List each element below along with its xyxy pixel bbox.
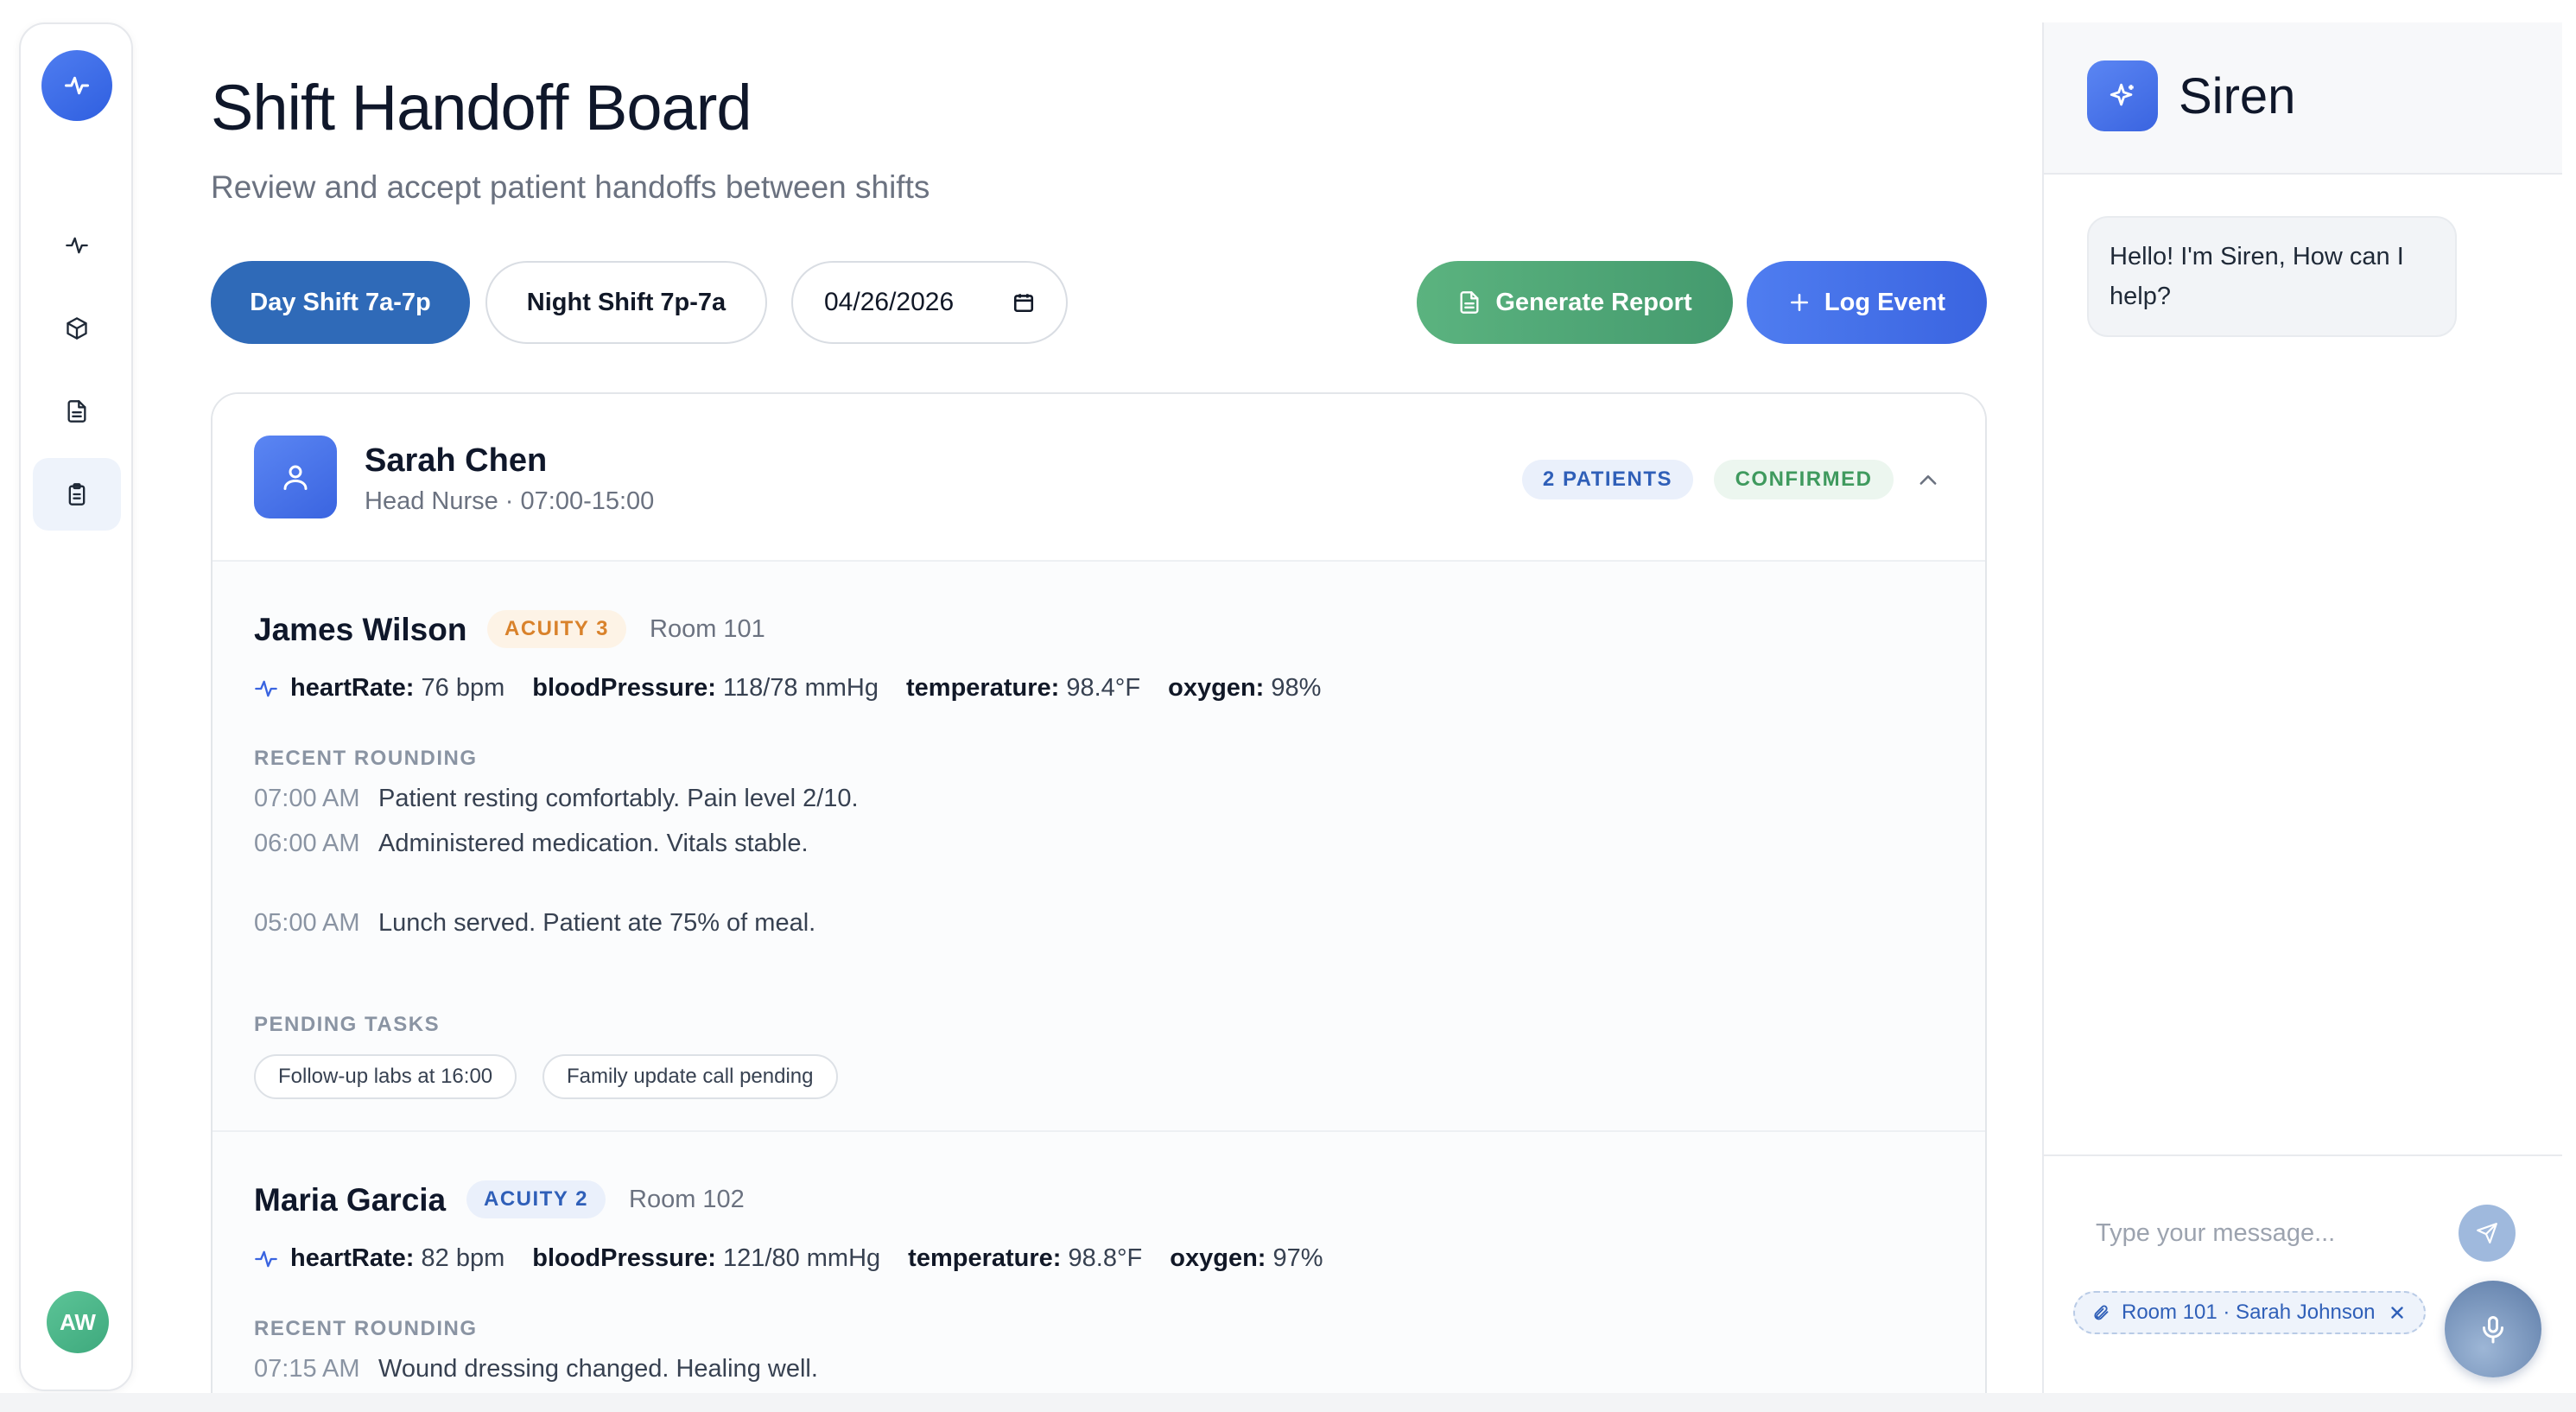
page-title: Shift Handoff Board	[211, 72, 752, 143]
context-chip-label: Room 101 · Sarah Johnson	[2122, 1301, 2376, 1324]
nav-package-icon[interactable]	[33, 292, 121, 365]
app-window: AW Shift Handoff Board Review and accept…	[0, 0, 2576, 1412]
assistant-chat-panel: Siren Hello! I'm Siren, How can I help? …	[2042, 22, 2562, 1393]
rounding-note: Patient resting comfortably. Pain level …	[378, 785, 859, 812]
rounding-time: 05:00 AM	[254, 909, 360, 937]
vitals-row: heartRate: 82 bpm bloodPressure: 121/80 …	[254, 1244, 1323, 1273]
nurse-user-icon	[254, 436, 337, 518]
vitals-row: heartRate: 76 bpm bloodPressure: 118/78 …	[254, 674, 1321, 703]
patient-section: Maria Garcia ACUITY 2 Room 102 heartRate…	[213, 1132, 1985, 1412]
calendar-icon[interactable]	[1012, 291, 1035, 314]
rounding-time: 06:00 AM	[254, 830, 360, 857]
app-logo-pulse-icon[interactable]	[41, 50, 112, 121]
recent-rounding-label: RECENT ROUNDING	[254, 747, 478, 770]
rounding-entry: 07:00 AM Patient resting comfortably. Pa…	[254, 781, 1118, 816]
rounding-entry: 06:00 AM Administered medication. Vitals…	[254, 826, 1118, 861]
vital-temperature: temperature: 98.8°F	[908, 1244, 1143, 1272]
patient-count-badge: 2 PATIENTS	[1522, 460, 1693, 499]
context-chip[interactable]: Room 101 · Sarah Johnson	[2073, 1291, 2426, 1334]
rounding-entry: 05:00 AM Lunch served. Patient ate 75% o…	[254, 906, 1118, 940]
close-icon[interactable]	[2388, 1303, 2407, 1322]
nurse-name: Sarah Chen	[365, 442, 548, 479]
nurse-card-header[interactable]: Sarah Chen Head Nurse · 07:00-15:00 2 PA…	[213, 394, 1985, 562]
patient-name: Maria Garcia	[254, 1182, 447, 1218]
room-label: Room 102	[629, 1186, 745, 1213]
nav-activity-icon[interactable]	[33, 209, 121, 282]
nav-clipboard-icon[interactable]	[33, 458, 121, 531]
night-shift-label: Night Shift 7p-7a	[526, 288, 726, 316]
microphone-icon[interactable]	[2445, 1281, 2541, 1377]
main-content: Shift Handoff Board Review and accept pa…	[211, 0, 1990, 1412]
pending-tasks-label: PENDING TASKS	[254, 1013, 441, 1036]
chevron-up-icon[interactable]	[1913, 465, 1944, 496]
room-label: Room 101	[650, 615, 765, 643]
paperclip-icon	[2094, 1305, 2109, 1320]
task-chip[interactable]: Family update call pending	[542, 1054, 838, 1099]
acuity-badge: ACUITY 3	[487, 610, 626, 648]
rounding-entry: 07:15 AM Wound dressing changed. Healing…	[254, 1352, 1118, 1386]
chat-header: Siren	[2044, 22, 2562, 175]
vital-oxygen: oxygen: 97%	[1170, 1244, 1323, 1272]
side-nav-rail: AW	[19, 22, 133, 1391]
pulse-icon	[255, 680, 277, 696]
chat-message-input[interactable]	[2096, 1212, 2424, 1255]
vital-heart-rate: heartRate: 82 bpm	[290, 1244, 505, 1272]
rounding-note: Lunch served. Patient ate 75% of meal.	[378, 909, 816, 937]
patient-section: James Wilson ACUITY 3 Room 101 heartRate…	[213, 562, 1985, 1132]
rounding-note: Wound dressing changed. Healing well.	[378, 1355, 818, 1383]
acuity-badge: ACUITY 2	[466, 1180, 606, 1218]
night-shift-button[interactable]: Night Shift 7p-7a	[485, 261, 767, 344]
log-event-button[interactable]: Log Event	[1747, 261, 1987, 344]
day-shift-label: Day Shift 7a-7p	[250, 288, 431, 316]
rounding-time: 07:15 AM	[254, 1355, 360, 1383]
assistant-title: Siren	[2179, 68, 2296, 124]
vital-heart-rate: heartRate: 76 bpm	[290, 674, 505, 702]
window-bottom-edge	[0, 1393, 2576, 1412]
page-subtitle: Review and accept patient handoffs betwe…	[211, 169, 930, 205]
patient-name: James Wilson	[254, 612, 467, 647]
rounding-time: 07:00 AM	[254, 785, 360, 812]
rounding-note: Administered medication. Vitals stable.	[378, 830, 809, 857]
generate-report-button[interactable]: Generate Report	[1417, 261, 1733, 344]
day-shift-button[interactable]: Day Shift 7a-7p	[211, 261, 470, 344]
assistant-message: Hello! I'm Siren, How can I help?	[2087, 216, 2457, 337]
status-badge: CONFIRMED	[1714, 460, 1894, 499]
report-document-icon	[1460, 291, 1479, 314]
pulse-icon	[255, 1250, 277, 1267]
vital-blood-pressure: bloodPressure: 118/78 mmHg	[532, 674, 879, 702]
chat-composer: Room 101 · Sarah Johnson	[2044, 1154, 2562, 1393]
user-avatar[interactable]: AW	[47, 1291, 109, 1353]
plus-icon	[1790, 294, 1808, 311]
task-chip[interactable]: Follow-up labs at 16:00	[254, 1054, 517, 1099]
recent-rounding-label: RECENT ROUNDING	[254, 1317, 478, 1340]
sparkle-icon	[2087, 60, 2158, 131]
nurse-handoff-card: Sarah Chen Head Nurse · 07:00-15:00 2 PA…	[211, 392, 1987, 1412]
shift-date-picker[interactable]: 04/26/2026	[791, 261, 1068, 344]
send-icon[interactable]	[2459, 1205, 2516, 1262]
vital-blood-pressure: bloodPressure: 121/80 mmHg	[532, 1244, 881, 1272]
log-event-label: Log Event	[1824, 288, 1946, 316]
nav-document-icon[interactable]	[33, 375, 121, 448]
generate-report-label: Generate Report	[1495, 288, 1692, 316]
vital-oxygen: oxygen: 98%	[1168, 674, 1322, 702]
vital-temperature: temperature: 98.4°F	[906, 674, 1141, 702]
nurse-role: Head Nurse · 07:00-15:00	[365, 487, 655, 515]
date-value: 04/26/2026	[824, 288, 955, 316]
